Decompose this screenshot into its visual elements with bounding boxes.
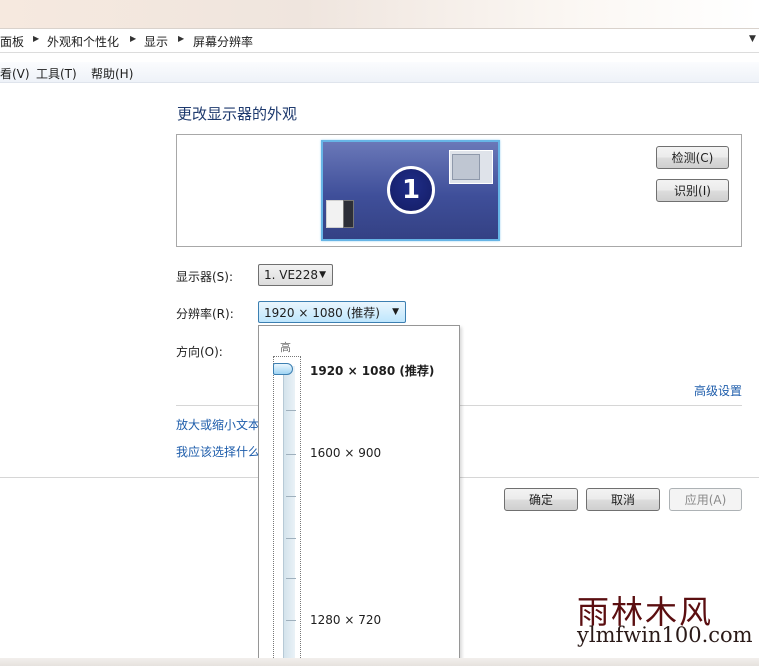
display-label: 显示器(S): — [176, 270, 234, 284]
breadcrumb-chevron-icon[interactable]: ▶ — [130, 34, 136, 43]
slider-tick — [286, 578, 296, 579]
breadcrumb-item-screen-resolution[interactable]: 屏幕分辨率 — [193, 33, 253, 50]
chevron-down-icon: ▼ — [319, 270, 326, 280]
device-thumbnail-icon — [343, 200, 354, 228]
slider-high-label: 高 — [280, 341, 291, 354]
which-settings-link[interactable]: 我应该选择什么 — [176, 443, 260, 460]
breadcrumb-item-appearance[interactable]: 外观和个性化 — [47, 33, 119, 50]
window-thumbnail-inner-icon — [452, 154, 480, 180]
display-select[interactable]: 1. VE228 ▼ — [258, 264, 333, 286]
breadcrumb-item-display[interactable]: 显示 — [144, 33, 168, 50]
monitor-number-badge: 1 — [387, 166, 435, 214]
chevron-down-icon: ▼ — [392, 307, 399, 317]
address-bar[interactable]: 面板 ▶ 外观和个性化 ▶ 显示 ▶ 屏幕分辨率 ▼ — [0, 28, 759, 53]
detect-button[interactable]: 检测(C) — [656, 146, 729, 169]
breadcrumb-chevron-icon[interactable]: ▶ — [33, 34, 39, 43]
page-title: 更改显示器的外观 — [177, 105, 298, 123]
resolution-select-value: 1920 × 1080 (推荐) — [264, 305, 380, 320]
identify-button[interactable]: 识别(I) — [656, 179, 729, 202]
text-size-link[interactable]: 放大或缩小文本 — [176, 416, 260, 433]
resolution-slider-rail[interactable] — [283, 366, 295, 666]
menu-tools[interactable]: 工具(T) — [36, 65, 77, 82]
slider-tick — [286, 410, 296, 411]
resolution-option[interactable]: 1920 × 1080 (推荐) — [310, 362, 434, 379]
resolution-select[interactable]: 1920 × 1080 (推荐) ▼ — [258, 301, 406, 323]
menu-bar: 看(V) 工具(T) 帮助(H) — [0, 62, 759, 83]
advanced-settings-link[interactable]: 高级设置 — [694, 382, 742, 399]
menu-help[interactable]: 帮助(H) — [91, 65, 133, 82]
address-dropdown-icon[interactable]: ▼ — [749, 34, 756, 44]
slider-tick — [286, 620, 296, 621]
apply-button[interactable]: 应用(A) — [669, 488, 742, 511]
resolution-slider-thumb[interactable] — [273, 363, 293, 375]
window-bottom-edge — [0, 658, 759, 666]
window-title-strip — [0, 0, 759, 30]
slider-tick — [286, 496, 296, 497]
breadcrumb-chevron-icon[interactable]: ▶ — [178, 34, 184, 43]
slider-tick — [286, 454, 296, 455]
menu-view[interactable]: 看(V) — [0, 65, 30, 82]
breadcrumb-item-control-panel[interactable]: 面板 — [0, 33, 24, 50]
watermark-url-text: ylmfwin100.com — [577, 623, 753, 647]
resolution-option[interactable]: 1280 × 720 — [310, 613, 381, 627]
slider-tick — [286, 538, 296, 539]
cancel-button[interactable]: 取消 — [586, 488, 660, 511]
display-select-value: 1. VE228 — [264, 268, 318, 282]
ok-button[interactable]: 确定 — [504, 488, 578, 511]
resolution-option[interactable]: 1600 × 900 — [310, 446, 381, 460]
resolution-label: 分辨率(R): — [176, 307, 234, 321]
document-thumbnail-icon — [326, 200, 344, 228]
orientation-label: 方向(O): — [176, 345, 223, 359]
